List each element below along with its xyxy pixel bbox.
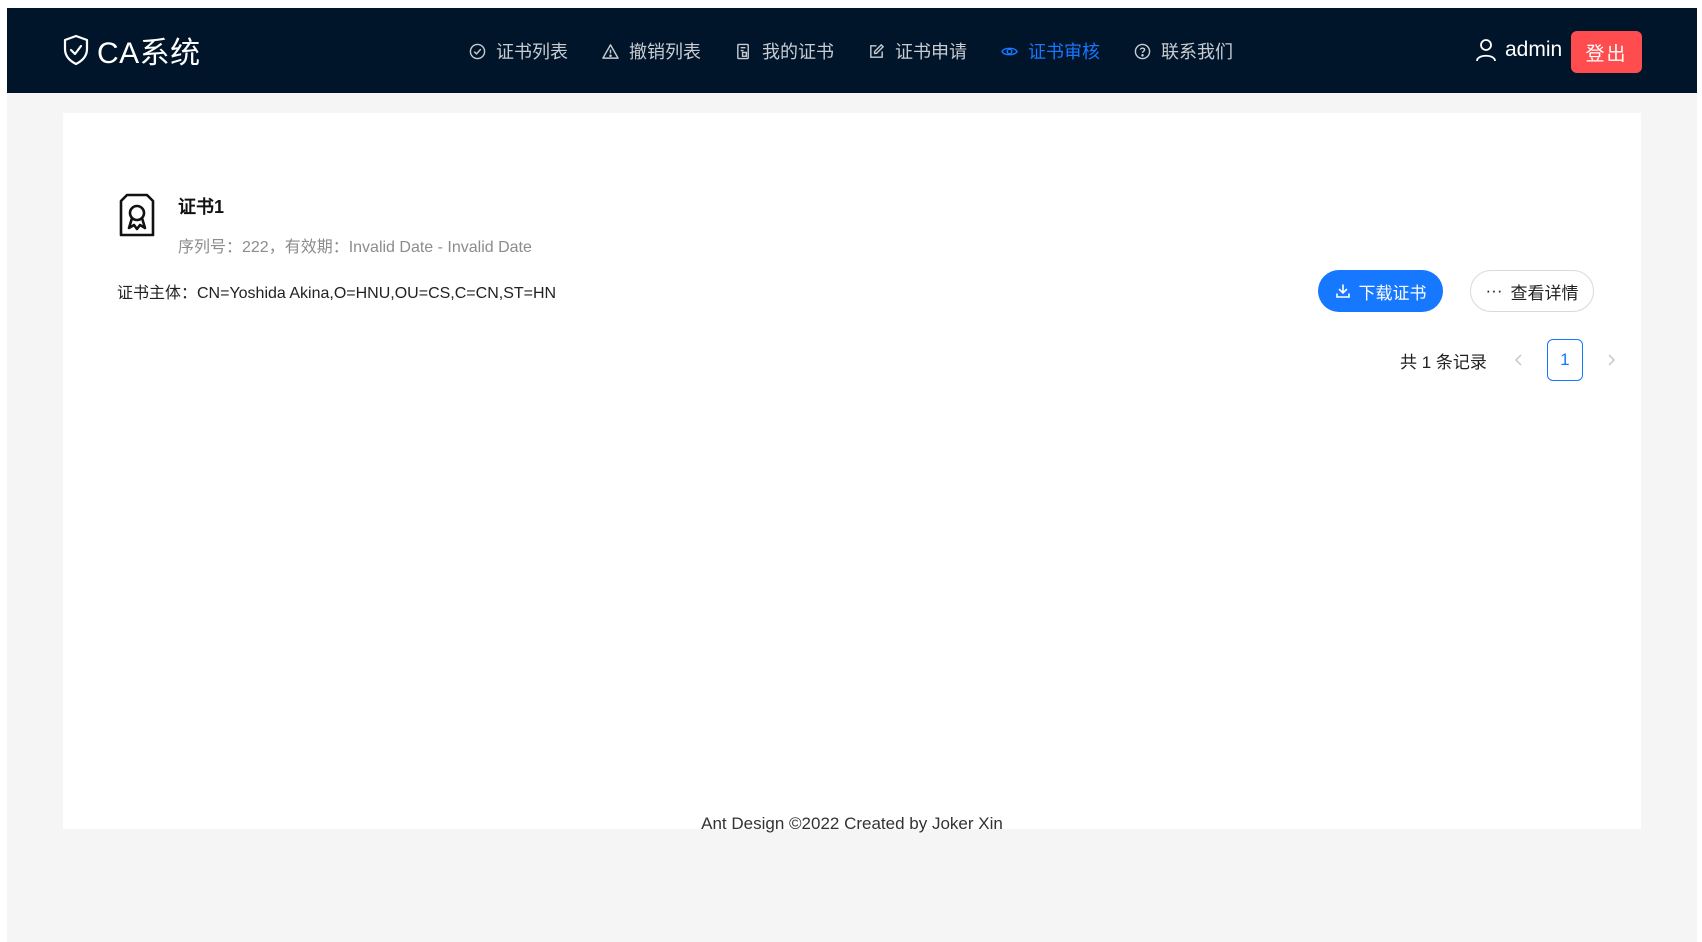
app-logo[interactable]: CA系统 <box>63 32 201 70</box>
nav-item-label: 撤销列表 <box>629 42 701 62</box>
chevron-left-icon <box>1514 354 1522 366</box>
prev-page-button[interactable] <box>1507 348 1531 372</box>
nav-item-label: 证书申请 <box>895 42 967 62</box>
nav-item-certificate-review[interactable]: 证书审核 <box>1001 38 1100 64</box>
chevron-right-icon <box>1608 354 1615 366</box>
nav-item-label: 我的证书 <box>762 42 834 62</box>
nav-item-label: 证书列表 <box>496 42 568 62</box>
edit-icon <box>870 43 885 58</box>
app-frame: CA系统 证书列表 撤销列表 我的证书 证书申请 证书审核 联系我们 admin… <box>7 8 1697 942</box>
footer-text: Ant Design ©2022 Created by Joker Xin <box>701 814 1003 833</box>
user-icon <box>1476 39 1496 62</box>
pagination-total: 共 1 条记录 <box>1400 352 1487 372</box>
nav-item-revocation-list[interactable]: 撤销列表 <box>602 38 701 64</box>
app-title: CA系统 <box>97 37 201 70</box>
download-certificate-button[interactable]: 下载证书 <box>1318 270 1443 312</box>
main-nav: 证书列表 撤销列表 我的证书 证书申请 证书审核 联系我们 <box>469 36 1267 66</box>
ellipsis-icon: ··· <box>1485 281 1503 300</box>
eye-icon <box>1001 47 1018 55</box>
nav-item-certificate-apply[interactable]: 证书申请 <box>868 38 967 64</box>
certificate-title[interactable]: 证书1 <box>178 193 224 219</box>
user-info[interactable]: admin <box>1475 38 1562 62</box>
check-circle-icon <box>469 43 486 59</box>
nav-item-contact-us[interactable]: 联系我们 <box>1134 38 1233 64</box>
nav-item-label: 证书审核 <box>1028 42 1100 62</box>
logout-button[interactable]: 登出 <box>1571 31 1642 73</box>
page-number-1[interactable]: 1 <box>1546 339 1583 381</box>
view-details-button[interactable]: ··· 查看详情 <box>1470 270 1594 312</box>
nav-item-certificate-list[interactable]: 证书列表 <box>469 38 568 64</box>
view-details-label: 查看详情 <box>1510 283 1579 303</box>
warning-icon <box>602 43 619 59</box>
certificate-icon <box>119 193 155 237</box>
nav-item-label: 联系我们 <box>1161 42 1233 62</box>
file-protect-icon <box>737 43 749 59</box>
top-header: CA系统 证书列表 撤销列表 我的证书 证书申请 证书审核 联系我们 admin… <box>7 8 1697 93</box>
certificate-subject: 证书主体：CN=Yoshida Akina,O=HNU,OU=CS,C=CN,S… <box>117 285 557 302</box>
question-circle-icon <box>1134 43 1151 59</box>
user-name: admin <box>1505 38 1563 61</box>
certificate-list-card: 证书1 序列号：222，有效期：Invalid Date - Invalid D… <box>63 113 1641 829</box>
download-button-label: 下载证书 <box>1358 283 1427 303</box>
download-icon <box>1335 284 1350 298</box>
next-page-button[interactable] <box>1599 348 1623 372</box>
shield-check-icon <box>63 34 89 66</box>
certificate-description: 序列号：222，有效期：Invalid Date - Invalid Date <box>178 239 532 256</box>
nav-item-my-certificates[interactable]: 我的证书 <box>735 38 834 64</box>
pagination: 共 1 条记录 1 <box>1400 339 1623 381</box>
